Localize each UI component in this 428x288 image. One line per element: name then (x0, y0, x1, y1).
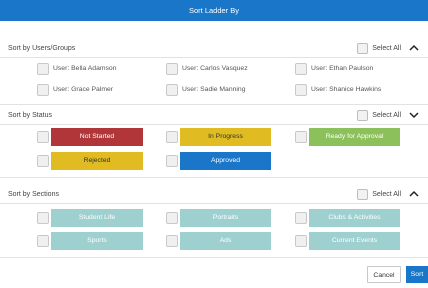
chevron-up-icon[interactable] (408, 189, 420, 199)
user-label: User: Ethan Paulson (311, 65, 374, 72)
status-pill-not-started: Not Started (51, 128, 143, 146)
status-pill-approved: Approved (180, 152, 271, 170)
user-checkbox[interactable] (37, 63, 49, 75)
users-select-all-checkbox[interactable] (357, 42, 369, 54)
section-pill-current-events: Current Events (309, 232, 400, 250)
status-select-all-label: Select All (372, 111, 401, 119)
user-label: User: Bella Adamson (53, 65, 117, 72)
user-label: User: Carlos Vasquez (182, 65, 248, 72)
user-checkbox[interactable] (166, 84, 178, 96)
section-checkbox[interactable] (37, 212, 49, 224)
chevron-down-icon[interactable] (408, 110, 420, 120)
section-pill-student-life: Student Life (51, 209, 143, 227)
divider (0, 177, 428, 178)
users-section-header: Sort by Users/Groups Select All (0, 39, 428, 57)
user-checkbox[interactable] (37, 84, 49, 96)
users-select-all-label: Select All (372, 44, 401, 52)
status-section-header: Sort by Status Select All (0, 106, 428, 124)
cancel-button[interactable]: Cancel (367, 266, 401, 283)
status-select-all-checkbox[interactable] (357, 109, 369, 121)
user-label: User: Shanice Hawkins (311, 86, 382, 93)
status-checkbox[interactable] (166, 155, 178, 167)
sort-button[interactable]: Sort (406, 266, 428, 283)
user-checkbox[interactable] (166, 63, 178, 75)
user-label: User: Grace Palmer (53, 86, 114, 93)
section-checkbox[interactable] (37, 235, 49, 247)
sections-section-header: Sort by Sections Select All (0, 185, 428, 203)
status-pill-rejected: Rejected (51, 152, 143, 170)
status-section-title: Sort by Status (8, 111, 52, 119)
dialog-header: Sort Ladder By (0, 0, 428, 21)
users-section-title: Sort by Users/Groups (8, 44, 76, 52)
status-pill-ready-for-approval: Ready for Approval (309, 128, 400, 146)
user-label: User: Sadie Manning (182, 86, 246, 93)
status-checkbox[interactable] (295, 131, 307, 143)
sections-section-title: Sort by Sections (8, 190, 59, 198)
divider (0, 257, 428, 258)
user-checkbox[interactable] (295, 84, 307, 96)
section-checkbox[interactable] (295, 235, 307, 247)
chevron-up-icon[interactable] (408, 43, 420, 53)
divider (0, 104, 428, 105)
divider (0, 124, 428, 125)
section-checkbox[interactable] (295, 212, 307, 224)
section-checkbox[interactable] (166, 212, 178, 224)
status-checkbox[interactable] (37, 131, 49, 143)
divider (0, 57, 428, 58)
divider (0, 203, 428, 204)
section-pill-clubs-activities: Clubs & Activities (309, 209, 400, 227)
status-pill-in-progress: In Progress (180, 128, 271, 146)
status-checkbox[interactable] (166, 131, 178, 143)
sections-select-all-label: Select All (372, 190, 401, 198)
user-checkbox[interactable] (295, 63, 307, 75)
status-checkbox[interactable] (37, 155, 49, 167)
sections-select-all-checkbox[interactable] (357, 188, 369, 200)
dialog-title: Sort Ladder By (188, 6, 240, 15)
section-pill-sports: Sports (51, 232, 143, 250)
section-checkbox[interactable] (166, 235, 178, 247)
section-pill-portraits: Portraits (180, 209, 271, 227)
section-pill-ads: Ads (180, 232, 271, 250)
